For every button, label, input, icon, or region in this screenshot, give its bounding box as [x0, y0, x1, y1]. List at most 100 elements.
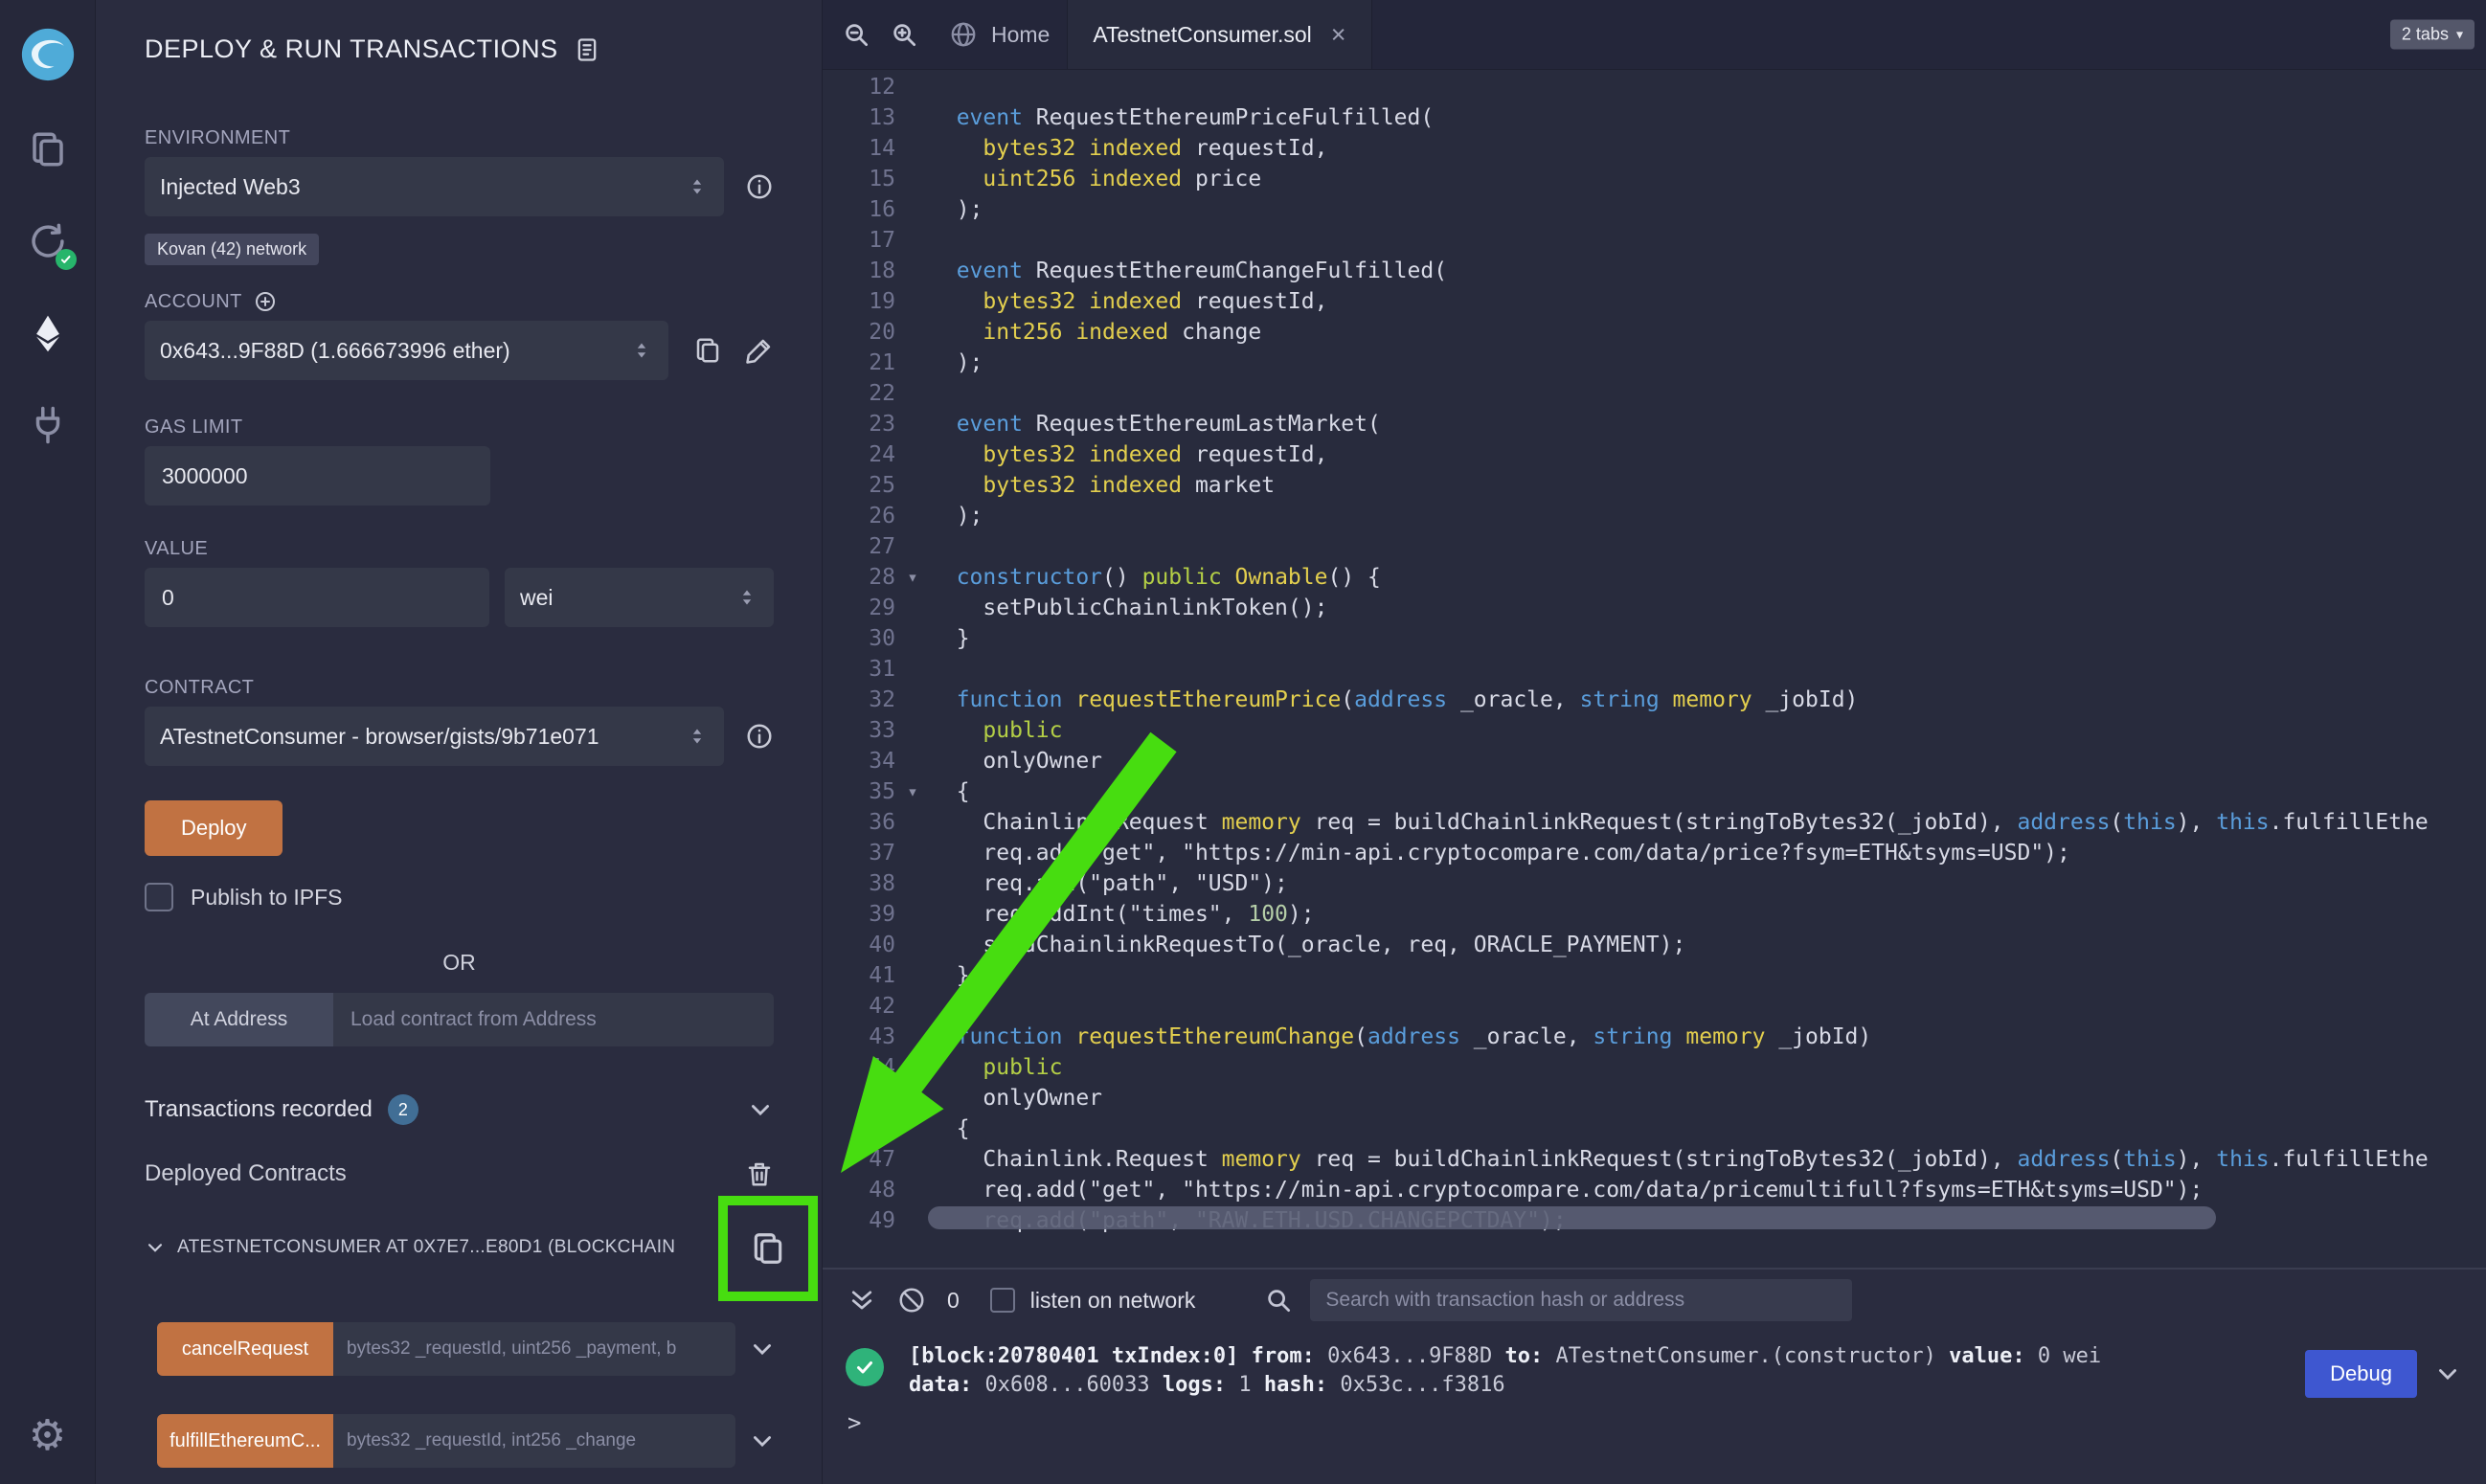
- terminal-toolbar: 0 listen on network: [823, 1270, 2486, 1331]
- stepper-icon: [686, 721, 709, 752]
- at-address-button[interactable]: At Address: [145, 993, 333, 1046]
- add-account-icon[interactable]: [254, 290, 277, 313]
- transactions-count-badge: 2: [388, 1094, 418, 1125]
- environment-value: Injected Web3: [160, 174, 301, 200]
- deploy-run-panel: DEPLOY & RUN TRANSACTIONS ENVIRONMENT In…: [97, 0, 823, 1484]
- contract-instance-row: ATESTNETCONSUMER AT 0X7E7...E80D1 (BLOCK…: [145, 1209, 774, 1286]
- value-unit-select[interactable]: wei: [505, 568, 774, 627]
- copy-instance-address-icon[interactable]: [750, 1230, 786, 1267]
- terminal-search-input[interactable]: [1310, 1279, 1852, 1321]
- code-line: 28▾ constructor() public Ownable() {: [823, 562, 2486, 593]
- or-divider: OR: [145, 950, 774, 976]
- code-line: 42: [823, 991, 2486, 1022]
- zoom-in-icon[interactable]: [890, 20, 918, 49]
- code-line: 34 onlyOwner: [823, 746, 2486, 776]
- edit-account-icon[interactable]: [745, 336, 774, 365]
- value-unit: wei: [520, 585, 554, 611]
- function-expand-chevron-icon[interactable]: [749, 1336, 776, 1362]
- settings-gear-icon[interactable]: ⚙: [29, 1415, 66, 1457]
- log-line-2: data: 0x608...60033 logs: 1 hash: 0x53c.…: [909, 1371, 2101, 1400]
- code-line: 16 );: [823, 194, 2486, 225]
- environment-select[interactable]: Injected Web3: [145, 157, 724, 216]
- instance-header[interactable]: ATESTNETCONSUMER AT 0X7E7...E80D1 (BLOCK…: [177, 1237, 675, 1258]
- code-line: 45 onlyOwner: [823, 1083, 2486, 1113]
- code-line: 17: [823, 225, 2486, 256]
- log-line-1: [block:20780401 txIndex:0] from: 0x643..…: [909, 1342, 2101, 1371]
- stepper-icon: [686, 171, 709, 202]
- function-row: fulfillEthereumC...: [145, 1414, 774, 1468]
- terminal-prompt[interactable]: >: [823, 1409, 2486, 1436]
- close-tab-icon[interactable]: ×: [1331, 22, 1346, 48]
- tab-atestnetconsumer[interactable]: ATestnetConsumer.sol ×: [1067, 0, 1371, 69]
- publish-ipfs-label: Publish to IPFS: [191, 885, 343, 911]
- deploy-and-run-icon[interactable]: [21, 306, 75, 360]
- value-input[interactable]: [145, 568, 489, 627]
- code-line: 19 bytes32 indexed requestId,: [823, 286, 2486, 317]
- solidity-compiler-icon[interactable]: [21, 214, 75, 268]
- fulfill-ethereum-change-params-input[interactable]: [333, 1414, 735, 1468]
- transaction-log-text: [block:20780401 txIndex:0] from: 0x643..…: [909, 1342, 2101, 1400]
- copy-account-icon[interactable]: [693, 336, 722, 365]
- cancel-request-params-input[interactable]: [333, 1322, 735, 1376]
- code-line: 40 sendChainlinkRequestTo(_oracle, req, …: [823, 930, 2486, 960]
- code-line: 21 );: [823, 348, 2486, 378]
- function-expand-chevron-icon[interactable]: [749, 1428, 776, 1454]
- environment-info-icon[interactable]: [745, 172, 774, 201]
- code-line: 35▾ {: [823, 776, 2486, 807]
- deploy-button[interactable]: Deploy: [145, 800, 282, 856]
- clear-instances-trash-icon[interactable]: [745, 1159, 774, 1188]
- code-line: 27: [823, 531, 2486, 562]
- transactions-recorded-label: Transactions recorded: [145, 1096, 373, 1123]
- tabs-count-dropdown[interactable]: 2 tabs ▾: [2390, 20, 2475, 50]
- debug-button[interactable]: Debug: [2305, 1350, 2417, 1398]
- gas-limit-label: GAS LIMIT: [145, 416, 774, 438]
- at-address-input[interactable]: [333, 993, 774, 1046]
- stepper-icon: [735, 582, 758, 613]
- code-line: 36 Chainlink.Request memory req = buildC…: [823, 807, 2486, 838]
- function-row: cancelRequest: [145, 1322, 774, 1376]
- code-line: 26 );: [823, 501, 2486, 531]
- transaction-success-check-icon: [846, 1348, 884, 1386]
- account-value: 0x643...9F88D (1.666673996 ether): [160, 338, 510, 364]
- code-line: 41 }: [823, 960, 2486, 991]
- transactions-chevron-down-icon[interactable]: [747, 1096, 774, 1123]
- transaction-log-entry[interactable]: [block:20780401 txIndex:0] from: 0x643..…: [823, 1342, 2486, 1400]
- horizontal-scrollbar[interactable]: [928, 1206, 2216, 1229]
- scrollbar-thumb[interactable]: [928, 1206, 2216, 1229]
- tabs-count-label: 2 tabs: [2402, 25, 2449, 45]
- publish-ipfs-checkbox[interactable]: [145, 883, 173, 911]
- code-line: 39 req.addInt("times", 100);: [823, 899, 2486, 930]
- account-select[interactable]: 0x643...9F88D (1.666673996 ether): [145, 321, 668, 380]
- contract-info-icon[interactable]: [745, 722, 774, 751]
- fulfill-ethereum-change-button[interactable]: fulfillEthereumC...: [157, 1414, 333, 1468]
- code-line: 12: [823, 72, 2486, 102]
- documentation-icon[interactable]: [574, 36, 600, 63]
- code-editor[interactable]: 1213 event RequestEthereumPriceFulfilled…: [823, 70, 2486, 1268]
- code-line: 14 bytes32 indexed requestId,: [823, 133, 2486, 164]
- remix-logo: [18, 25, 78, 84]
- listen-on-network-label: listen on network: [1030, 1288, 1196, 1314]
- contract-select[interactable]: ATestnetConsumer - browser/gists/9b71e07…: [145, 707, 724, 766]
- listen-on-network-checkbox[interactable]: [990, 1288, 1015, 1313]
- tab-active-label: ATestnetConsumer.sol: [1093, 22, 1311, 48]
- annotation-highlight-box: [718, 1196, 818, 1301]
- code-lines: 1213 event RequestEthereumPriceFulfilled…: [823, 72, 2486, 1236]
- expand-terminal-double-chevron-icon[interactable]: [848, 1286, 876, 1315]
- gas-limit-input[interactable]: [145, 446, 490, 506]
- code-line: 38 req.add("path", "USD");: [823, 868, 2486, 899]
- account-label: ACCOUNT: [145, 291, 242, 313]
- code-line: 44 public: [823, 1052, 2486, 1083]
- file-explorer-icon[interactable]: [21, 123, 75, 176]
- plugin-manager-icon[interactable]: [21, 398, 75, 452]
- instance-chevron-down-icon[interactable]: [145, 1237, 166, 1258]
- code-line: 30 }: [823, 623, 2486, 654]
- clear-console-icon[interactable]: [897, 1286, 926, 1315]
- contract-label: CONTRACT: [145, 677, 774, 699]
- chevron-down-icon: ▾: [2456, 27, 2463, 43]
- cancel-request-button[interactable]: cancelRequest: [157, 1322, 333, 1376]
- tab-home[interactable]: Home: [932, 0, 1067, 69]
- code-line: 29 setPublicChainlinkToken();: [823, 593, 2486, 623]
- zoom-out-icon[interactable]: [842, 20, 870, 49]
- code-line: 22: [823, 378, 2486, 409]
- log-expand-chevron-icon[interactable]: [2434, 1360, 2461, 1387]
